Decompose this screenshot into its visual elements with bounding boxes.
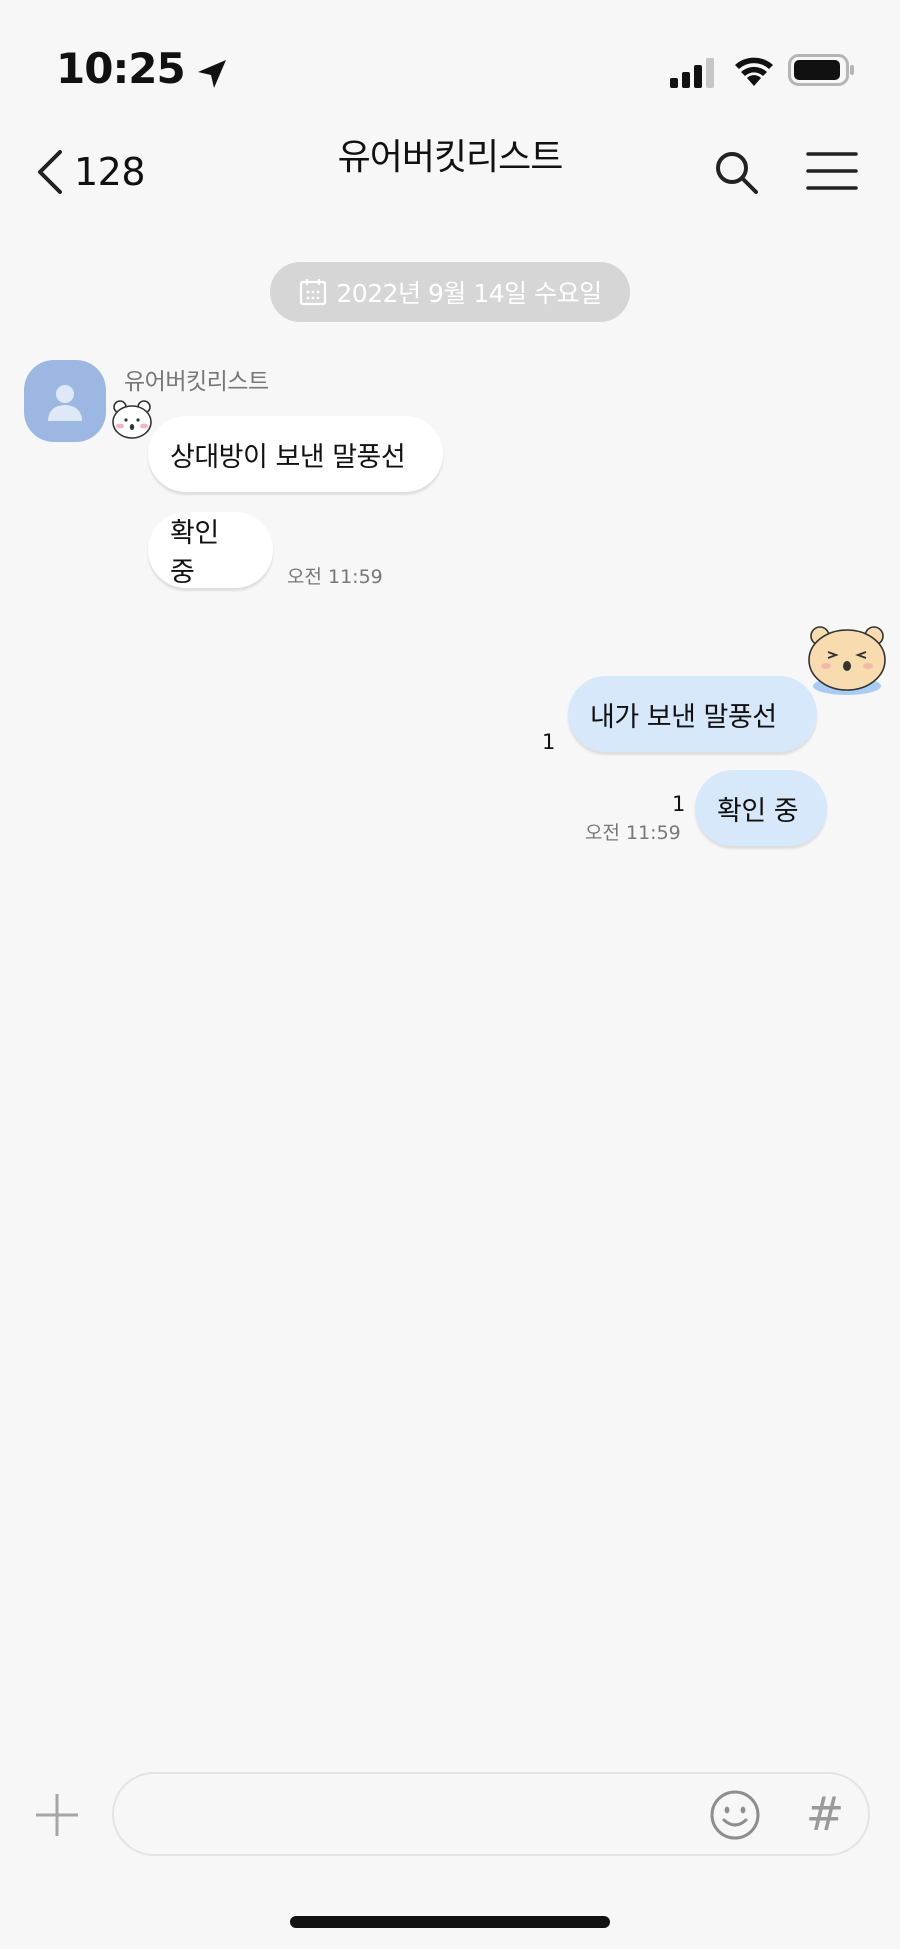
unread-count: 1	[672, 792, 686, 816]
chat-screen: 10:25 128 유어버킷리스트 2022년 9월 14일 수요일 유어버킷리…	[0, 0, 900, 1949]
person-icon	[48, 385, 82, 421]
status-time: 10:25	[56, 44, 229, 93]
unread-count: 1	[542, 730, 556, 754]
outgoing-message-bubble[interactable]: 내가 보낸 말풍선	[568, 676, 817, 752]
status-time-text: 10:25	[56, 44, 186, 93]
incoming-message-bubble[interactable]: 확인 중	[148, 512, 273, 588]
message-timestamp: 오전 11:59	[585, 822, 681, 844]
location-arrow-icon	[195, 52, 229, 88]
outgoing-message-bubble[interactable]: 확인 중	[695, 770, 827, 846]
white-bear-sticker-icon	[112, 400, 152, 439]
calendar-icon	[300, 279, 327, 306]
menu-icon[interactable]	[806, 150, 858, 192]
chevron-left-icon	[38, 150, 62, 194]
back-unread-count: 128	[74, 150, 146, 194]
message-composer: #	[112, 1772, 870, 1856]
back-button[interactable]: 128	[34, 148, 146, 196]
message-text: 내가 보낸 말풍선	[590, 701, 777, 733]
wifi-icon	[735, 57, 773, 86]
sender-name: 유어버킷리스트	[124, 369, 269, 395]
message-text: 상대방이 보낸 말풍선	[170, 441, 406, 473]
bear-sticker-icon	[808, 626, 886, 695]
search-icon[interactable]	[712, 148, 760, 196]
message-text: 확인 중	[170, 518, 219, 588]
incoming-message-bubble[interactable]: 상대방이 보낸 말풍선	[148, 416, 443, 492]
emoji-icon[interactable]	[708, 1788, 762, 1842]
home-indicator	[290, 1916, 610, 1928]
message-timestamp: 오전 11:59	[287, 566, 383, 588]
message-text: 확인 중	[717, 795, 799, 827]
battery-icon	[788, 54, 854, 86]
hashtag-icon[interactable]: #	[800, 1784, 850, 1844]
message-input[interactable]	[142, 1790, 702, 1840]
sender-avatar[interactable]	[24, 360, 106, 442]
date-divider-label: 2022년 9월 14일 수요일	[336, 279, 602, 308]
plus-icon[interactable]	[34, 1792, 80, 1838]
cellular-signal-icon	[670, 58, 714, 88]
date-divider: 2022년 9월 14일 수요일	[270, 262, 630, 322]
